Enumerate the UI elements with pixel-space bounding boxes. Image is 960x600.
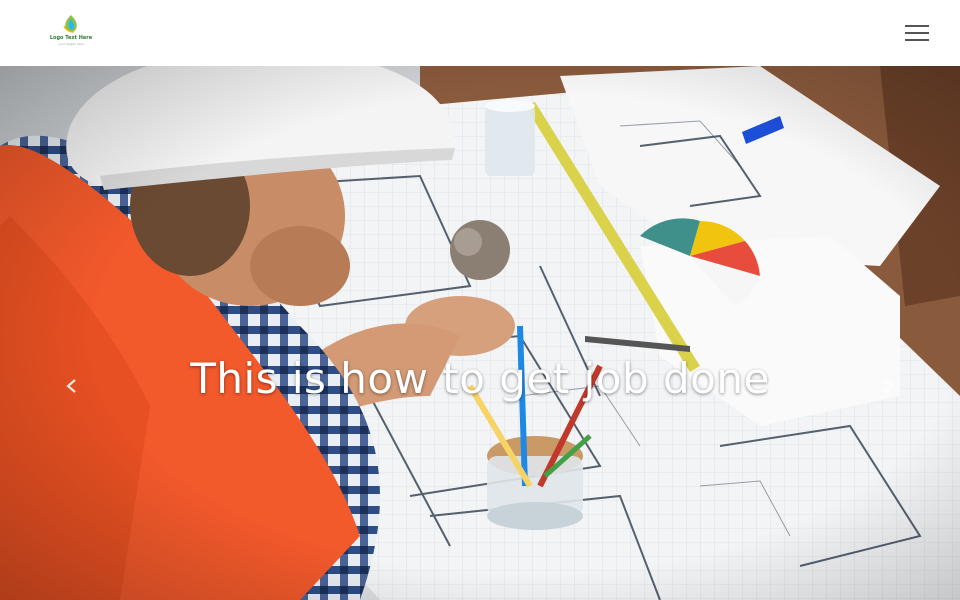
navbar: Logo Text Here your slogan here xyxy=(0,0,960,66)
hero-photo-architect-at-desk xyxy=(0,66,960,600)
carousel-prev-button[interactable]: Previous xyxy=(52,356,92,416)
logo-emblem-icon xyxy=(63,15,77,33)
hamburger-line xyxy=(905,32,929,34)
carousel-caption: This is how to get job done xyxy=(190,354,770,403)
carousel-next-button[interactable]: Next xyxy=(868,356,908,416)
brand-name: Logo Text Here xyxy=(49,35,93,41)
navbar-toggler-button[interactable] xyxy=(896,16,938,50)
chevron-right-icon xyxy=(884,379,894,393)
hamburger-menu-icon xyxy=(905,25,929,27)
brand-tagline: your slogan here xyxy=(58,42,84,46)
hero-carousel: This is how to get job done Previous Nex… xyxy=(0,66,960,600)
hamburger-line xyxy=(905,39,929,41)
chevron-left-icon xyxy=(66,379,76,393)
brand-logo[interactable]: Logo Text Here your slogan here xyxy=(48,12,94,52)
